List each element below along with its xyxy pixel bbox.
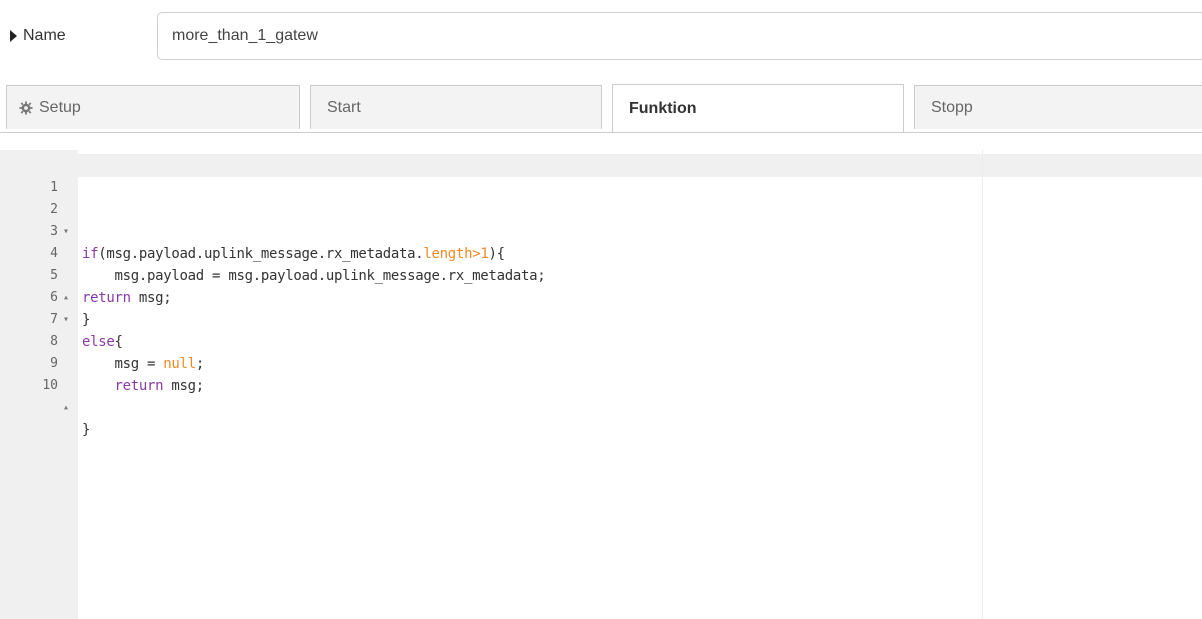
name-row: Name (0, 0, 1202, 80)
code-text: msg = null; (82, 353, 205, 375)
code-editor[interactable]: 1 2 ▾ if(msg.payload.uplink_message.rx_m… (0, 150, 1202, 619)
active-line-highlight (78, 154, 1202, 177)
null-literal: null (163, 356, 196, 372)
tab-stopp-label: Stopp (931, 98, 973, 116)
code-line-6: 6 ▾ else{ (0, 265, 123, 350)
fold-toggle-icon[interactable]: ▴ (60, 287, 72, 309)
code-line-9: 9 (0, 331, 58, 371)
fold-toggle-icon[interactable]: ▾ (60, 221, 72, 243)
code-text: return msg; (82, 287, 172, 309)
code-text: } (82, 422, 91, 438)
tab-funktion[interactable]: Funktion (612, 84, 904, 132)
keyword: else (82, 334, 115, 350)
code-text: else{ (82, 331, 123, 353)
code-segment: ){ (488, 246, 505, 262)
tab-start[interactable]: Start (310, 85, 602, 129)
keyword: return (82, 290, 131, 306)
tab-setup-label: Setup (39, 98, 81, 116)
code-segment: ; (195, 356, 204, 372)
tab-funktion-label: Funktion (629, 99, 697, 117)
code-text: msg.payload = msg.payload.uplink_message… (82, 268, 546, 284)
code-line-3: 3 msg.payload = msg.payload.uplink_messa… (0, 199, 545, 284)
code-line-7: 7 msg = null; (0, 287, 204, 372)
tab-start-label: Start (327, 98, 361, 116)
function-node-editor: Name Setup Start (0, 0, 1202, 619)
name-input[interactable] (157, 12, 1202, 60)
print-margin (982, 150, 983, 619)
code-segment: { (114, 334, 123, 350)
name-label-group: Name (10, 27, 66, 45)
code-line-8: 8 return msg; (0, 309, 204, 394)
code-segment: msg; (163, 378, 204, 394)
code-line-2: 2 ▾ if(msg.payload.uplink_message.rx_met… (0, 177, 505, 262)
code-text: return msg; (82, 375, 205, 397)
gear-icon (19, 100, 33, 115)
property-length: length (423, 246, 473, 262)
name-label: Name (23, 27, 66, 44)
keyword: if (82, 246, 99, 262)
code-text: if(msg.payload.uplink_message.rx_metadat… (82, 243, 505, 265)
tag-icon (10, 30, 17, 42)
code-line-1: 1 (0, 155, 58, 195)
code-segment: msg; (130, 290, 172, 306)
code-text: } (82, 312, 91, 328)
tab-bar: Setup Start Funktion Stopp (0, 82, 1202, 133)
code-segment: msg = (82, 356, 164, 372)
keyword: return (114, 378, 164, 394)
fold-toggle-icon[interactable]: ▴ (60, 397, 72, 419)
tab-setup[interactable]: Setup (6, 85, 300, 129)
line-number: 10 (42, 378, 58, 393)
fold-toggle-icon[interactable]: ▾ (60, 309, 72, 331)
code-line-10: 10 ▴ } (0, 353, 90, 438)
code-line-4: 4 return msg; (0, 221, 172, 306)
tab-stopp[interactable]: Stopp (914, 85, 1202, 129)
code-segment: (msg.payload.uplink_message.rx_metadata. (98, 246, 424, 262)
code-line-5: 5 ▴ } (0, 243, 90, 328)
